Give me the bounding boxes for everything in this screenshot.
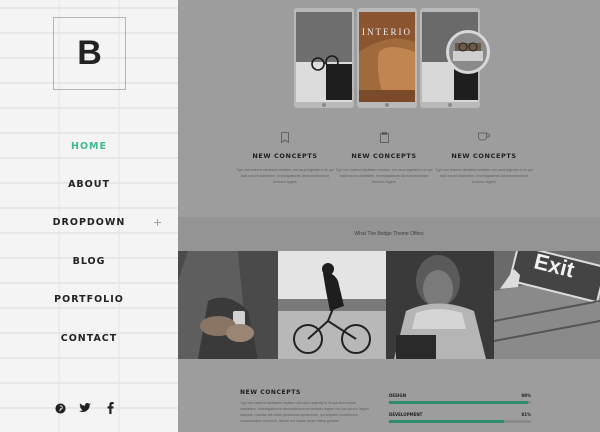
cup-icon [478, 132, 490, 141]
progress-fill [389, 401, 529, 404]
photo-cyclist [278, 251, 386, 359]
phone-home-button [448, 103, 452, 107]
nav-item-dropdown[interactable]: DROPDOWN [0, 217, 178, 228]
nav-item-about[interactable]: ABOUT [0, 179, 178, 190]
phone-screen-interior: INTERIO [359, 12, 415, 102]
phone-screen-glasses [296, 12, 352, 102]
phone-home-button [322, 103, 326, 107]
bottom-section: NEW CONCEPTS Typi non habent claritatem … [178, 359, 600, 432]
progress-fill [389, 420, 505, 423]
skill-development: DEVELOPMENT 81% [389, 412, 531, 423]
skill-label: DESIGN [389, 393, 407, 398]
phone-mockup [294, 8, 354, 108]
social-links [54, 402, 116, 414]
feature-text: Typi non habent claritatem insitam; est … [335, 168, 433, 184]
magnifier-lens [446, 30, 490, 74]
photo-exit-sign: Exit [494, 251, 600, 359]
logo[interactable]: B [53, 17, 126, 90]
twitter-icon[interactable] [79, 402, 91, 414]
section-title: NEW CONCEPTS [240, 389, 301, 396]
photo-woman-scarf [386, 251, 494, 359]
facebook-icon[interactable] [104, 402, 116, 414]
nav-item-blog[interactable]: BLOG [0, 256, 178, 267]
feature-item: NEW CONCEPTS Typi non habent claritatem … [434, 132, 534, 185]
main-content: INTERIO NEW CONCEPTS Typi non habent cla… [178, 0, 600, 432]
progress-bar [389, 420, 531, 423]
progress-bar [389, 401, 531, 404]
skill-design: DESIGN 98% [389, 393, 531, 404]
clipboard-icon [379, 132, 389, 143]
feature-item: NEW CONCEPTS Typi non habent claritatem … [235, 132, 335, 185]
feature-item: NEW CONCEPTS Typi non habent claritatem … [334, 132, 434, 185]
nav-item-contact[interactable]: CONTACT [0, 333, 178, 344]
skill-value: 81% [521, 412, 531, 417]
sidebar: B HOME ABOUT DROPDOWN + BLOG PORTFOLIO C… [0, 0, 178, 432]
phone-mockup: INTERIO [357, 8, 417, 108]
skill-label: DEVELOPMENT [389, 412, 423, 417]
bookmark-icon [281, 132, 289, 143]
nav-item-portfolio[interactable]: PORTFOLIO [0, 294, 178, 305]
plus-icon[interactable]: + [153, 216, 162, 229]
feature-title: NEW CONCEPTS [451, 152, 517, 160]
nav-item-home[interactable]: HOME [0, 141, 178, 152]
feature-title: NEW CONCEPTS [351, 152, 417, 160]
section-heading: What The Bridge Theme Offers [354, 231, 424, 237]
skill-value: 98% [521, 393, 531, 398]
photo-man-watch [178, 251, 278, 359]
logo-letter: B [77, 34, 102, 72]
section-text: Typi non habent claritatem insitam; est … [240, 401, 369, 423]
phone-home-button [385, 103, 389, 107]
pinterest-icon[interactable] [54, 402, 66, 414]
phone-heading: INTERIO [362, 27, 412, 37]
feature-title: NEW CONCEPTS [252, 152, 318, 160]
feature-text: Typi non habent claritatem insitam; est … [236, 168, 334, 184]
feature-text: Typi non habent claritatem insitam; est … [435, 168, 533, 184]
section-band: What The Bridge Theme Offers [178, 217, 600, 251]
